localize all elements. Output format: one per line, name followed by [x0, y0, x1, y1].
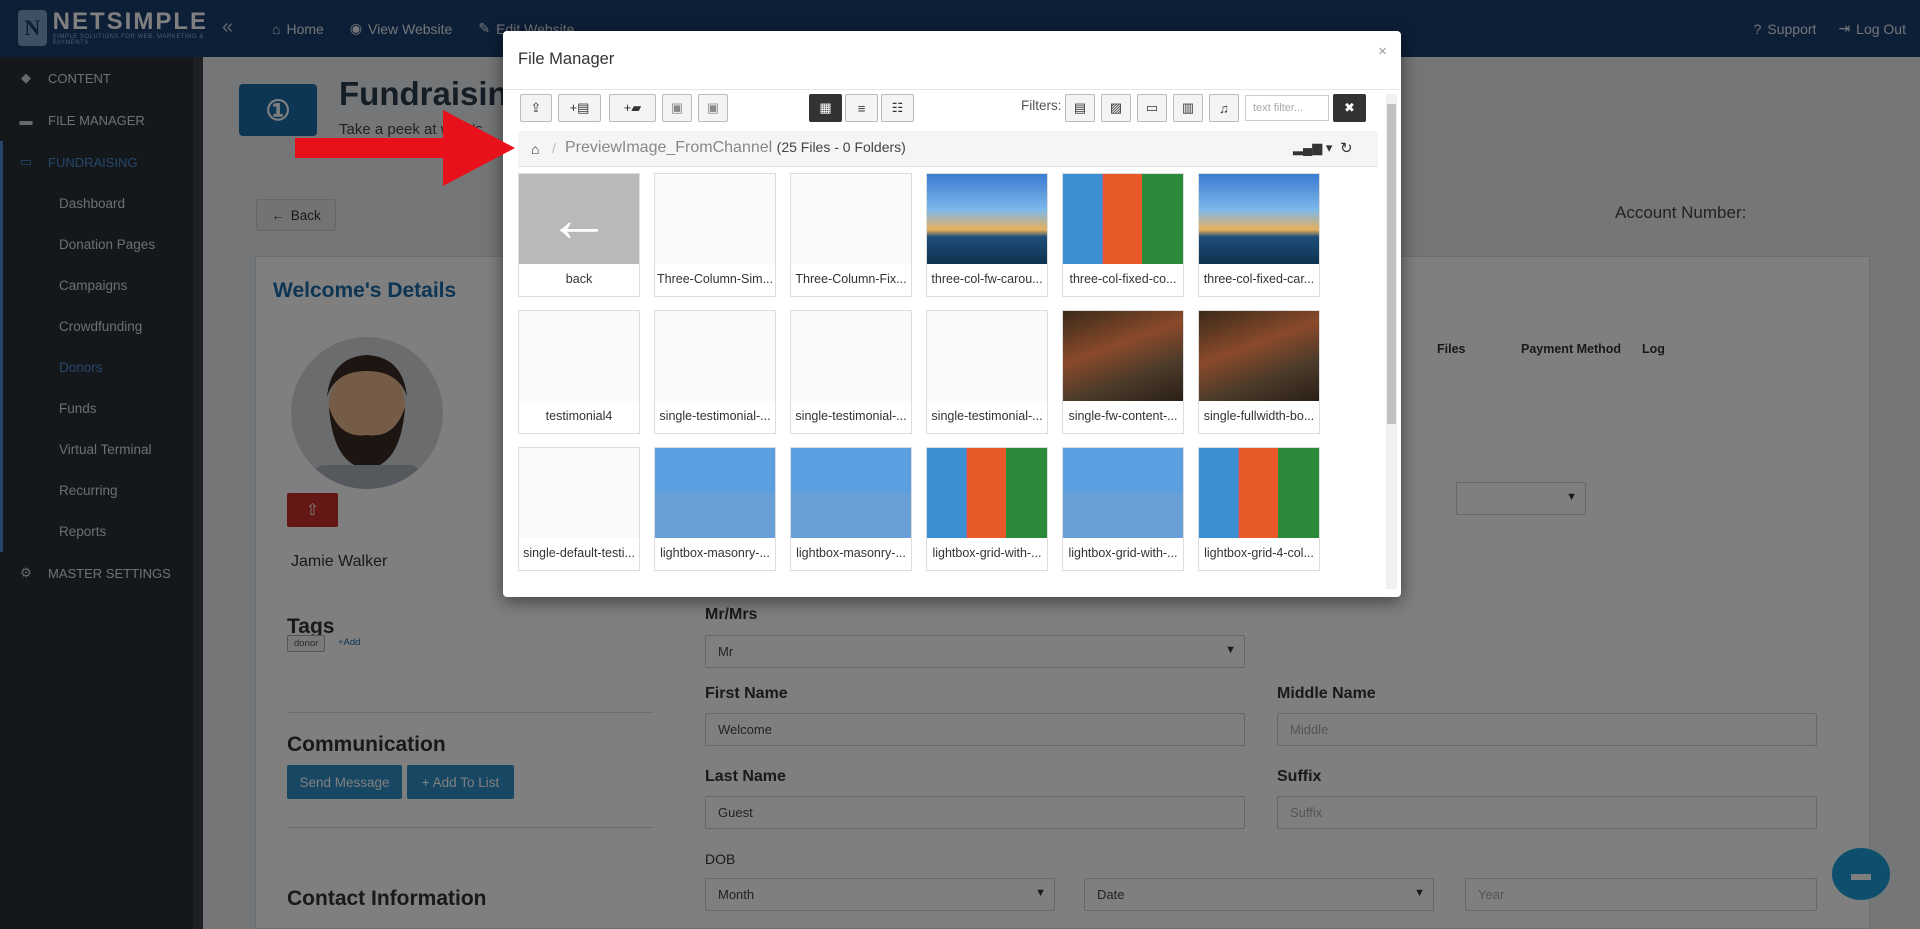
modal-scrollbar[interactable] — [1386, 94, 1397, 589]
grid-view-button[interactable]: ▦ — [809, 94, 842, 122]
file-name: single-default-testi... — [523, 546, 635, 560]
file-name: single-testimonial-... — [931, 409, 1043, 423]
file-thumbnail — [927, 311, 1047, 401]
refresh-icon[interactable]: ↻ — [1340, 139, 1353, 157]
file-thumbnail — [791, 174, 911, 264]
file-thumbnail — [791, 311, 911, 401]
clipboard-icon: ▣ — [670, 100, 684, 115]
paste-button[interactable]: ▣ — [662, 94, 692, 122]
file-thumbnail — [1199, 174, 1319, 264]
file-name: three-col-fixed-car... — [1203, 272, 1315, 286]
file-tile[interactable]: lightbox-grid-4-col... — [1198, 447, 1320, 571]
back-arrow-icon: ← — [519, 174, 639, 264]
detail-view-button[interactable]: ☷ — [881, 94, 914, 122]
file-tile[interactable]: three-col-fixed-car... — [1198, 173, 1320, 297]
file-name: single-testimonial-... — [795, 409, 907, 423]
file-tile[interactable]: lightbox-grid-with-... — [1062, 447, 1184, 571]
file-name: single-testimonial-... — [659, 409, 771, 423]
file-tile[interactable]: testimonial4 — [518, 310, 640, 434]
file-manager-modal: File Manager × ⇪ +▤ +▰ ▣ ▣ ▦ ≡ ☷ Filters… — [503, 31, 1401, 597]
modal-divider — [503, 89, 1401, 90]
file-tile[interactable]: single-fullwidth-bo... — [1198, 310, 1320, 434]
file-tile[interactable]: single-fw-content-... — [1062, 310, 1184, 434]
file-tile[interactable]: three-col-fw-carou... — [926, 173, 1048, 297]
file-thumbnail — [1063, 311, 1183, 401]
text-filter-input[interactable]: text filter... — [1245, 95, 1329, 121]
file-thumbnail — [927, 174, 1047, 264]
back-tile[interactable]: ← back — [518, 173, 640, 297]
list-icon: ≡ — [857, 100, 866, 116]
file-tile[interactable]: Three-Column-Fix... — [790, 173, 912, 297]
table-icon: ☷ — [891, 100, 904, 115]
file-grid: ← back Three-Column-Sim... Three-Column-Fix… — [518, 173, 1338, 591]
file-name: lightbox-grid-with-... — [1068, 546, 1178, 560]
sort-dropdown-icon[interactable]: ▂▄▆ ▾ — [1293, 140, 1332, 156]
new-folder-icon: +▰ — [623, 100, 642, 115]
file-thumbnail — [1199, 448, 1319, 538]
file-thumbnail — [791, 448, 911, 538]
file-tile[interactable]: Three-Column-Sim... — [654, 173, 776, 297]
filter-images-button[interactable]: ▨ — [1101, 94, 1131, 122]
close-icon: ✖ — [1344, 100, 1355, 115]
file-tile[interactable]: single-testimonial-... — [926, 310, 1048, 434]
film-icon: ▥ — [1181, 100, 1195, 115]
arrow-shape — [295, 110, 515, 186]
file-thumbnail — [927, 448, 1047, 538]
file-name: testimonial4 — [545, 409, 613, 423]
file-thumbnail — [519, 311, 639, 401]
file-name: three-col-fw-carou... — [931, 272, 1043, 286]
clipboard-x-icon: ▣ — [706, 100, 720, 115]
file-name: lightbox-masonry-... — [660, 546, 770, 560]
breadcrumb: ⌂ / PreviewImage_FromChannel (25 Files -… — [518, 131, 1378, 167]
archive-icon: ▭ — [1145, 100, 1159, 115]
red-arrow-annotation — [295, 110, 515, 186]
file-name: three-col-fixed-co... — [1069, 272, 1177, 286]
filter-archives-button[interactable]: ▭ — [1137, 94, 1167, 122]
new-file-icon: +▤ — [569, 100, 590, 115]
file-thumbnail — [1063, 448, 1183, 538]
file-tile[interactable]: single-testimonial-... — [654, 310, 776, 434]
file-tile[interactable]: single-default-testi... — [518, 447, 640, 571]
file-tile[interactable]: lightbox-masonry-... — [790, 447, 912, 571]
grid-icon: ▦ — [819, 100, 832, 115]
file-tile[interactable]: three-col-fixed-co... — [1062, 173, 1184, 297]
image-icon: ▨ — [1109, 100, 1123, 115]
file-name: back — [565, 272, 593, 286]
breadcrumb-path: PreviewImage_FromChannel (25 Files - 0 F… — [565, 139, 906, 157]
scrollbar-thumb[interactable] — [1387, 104, 1396, 424]
file-name: single-fw-content-... — [1068, 409, 1178, 423]
file-name: single-fullwidth-bo... — [1203, 409, 1315, 423]
file-thumbnail — [519, 448, 639, 538]
file-thumbnail — [1199, 311, 1319, 401]
modal-title: File Manager — [518, 50, 615, 68]
breadcrumb-separator: / — [552, 140, 556, 156]
new-folder-button[interactable]: +▰ — [609, 94, 656, 122]
file-name: Three-Column-Fix... — [795, 272, 907, 286]
file-name: Three-Column-Sim... — [657, 272, 773, 286]
filter-files-button[interactable]: ▤ — [1065, 94, 1095, 122]
filter-video-button[interactable]: ▥ — [1173, 94, 1203, 122]
list-view-button[interactable]: ≡ — [845, 94, 878, 122]
music-icon: ♫ — [1219, 100, 1229, 116]
file-name: lightbox-grid-with-... — [932, 546, 1042, 560]
new-file-button[interactable]: +▤ — [558, 94, 601, 122]
file-thumbnail — [655, 174, 775, 264]
clear-filter-button[interactable]: ✖ — [1333, 94, 1366, 122]
file-count: (25 Files - 0 Folders) — [776, 139, 906, 155]
file-thumbnail — [1063, 174, 1183, 264]
file-thumbnail — [655, 311, 775, 401]
file-tile[interactable]: lightbox-masonry-... — [654, 447, 776, 571]
file-tile[interactable]: single-testimonial-... — [790, 310, 912, 434]
file-name: lightbox-grid-4-col... — [1204, 546, 1314, 560]
close-icon[interactable]: × — [1378, 43, 1387, 60]
file-icon: ▤ — [1073, 100, 1087, 115]
file-name: lightbox-masonry-... — [796, 546, 906, 560]
file-thumbnail — [655, 448, 775, 538]
current-folder: PreviewImage_FromChannel — [565, 139, 773, 156]
clear-clipboard-button[interactable]: ▣ — [698, 94, 728, 122]
filter-audio-button[interactable]: ♫ — [1209, 94, 1239, 122]
filters-label: Filters: — [1021, 98, 1062, 113]
file-tile[interactable]: lightbox-grid-with-... — [926, 447, 1048, 571]
